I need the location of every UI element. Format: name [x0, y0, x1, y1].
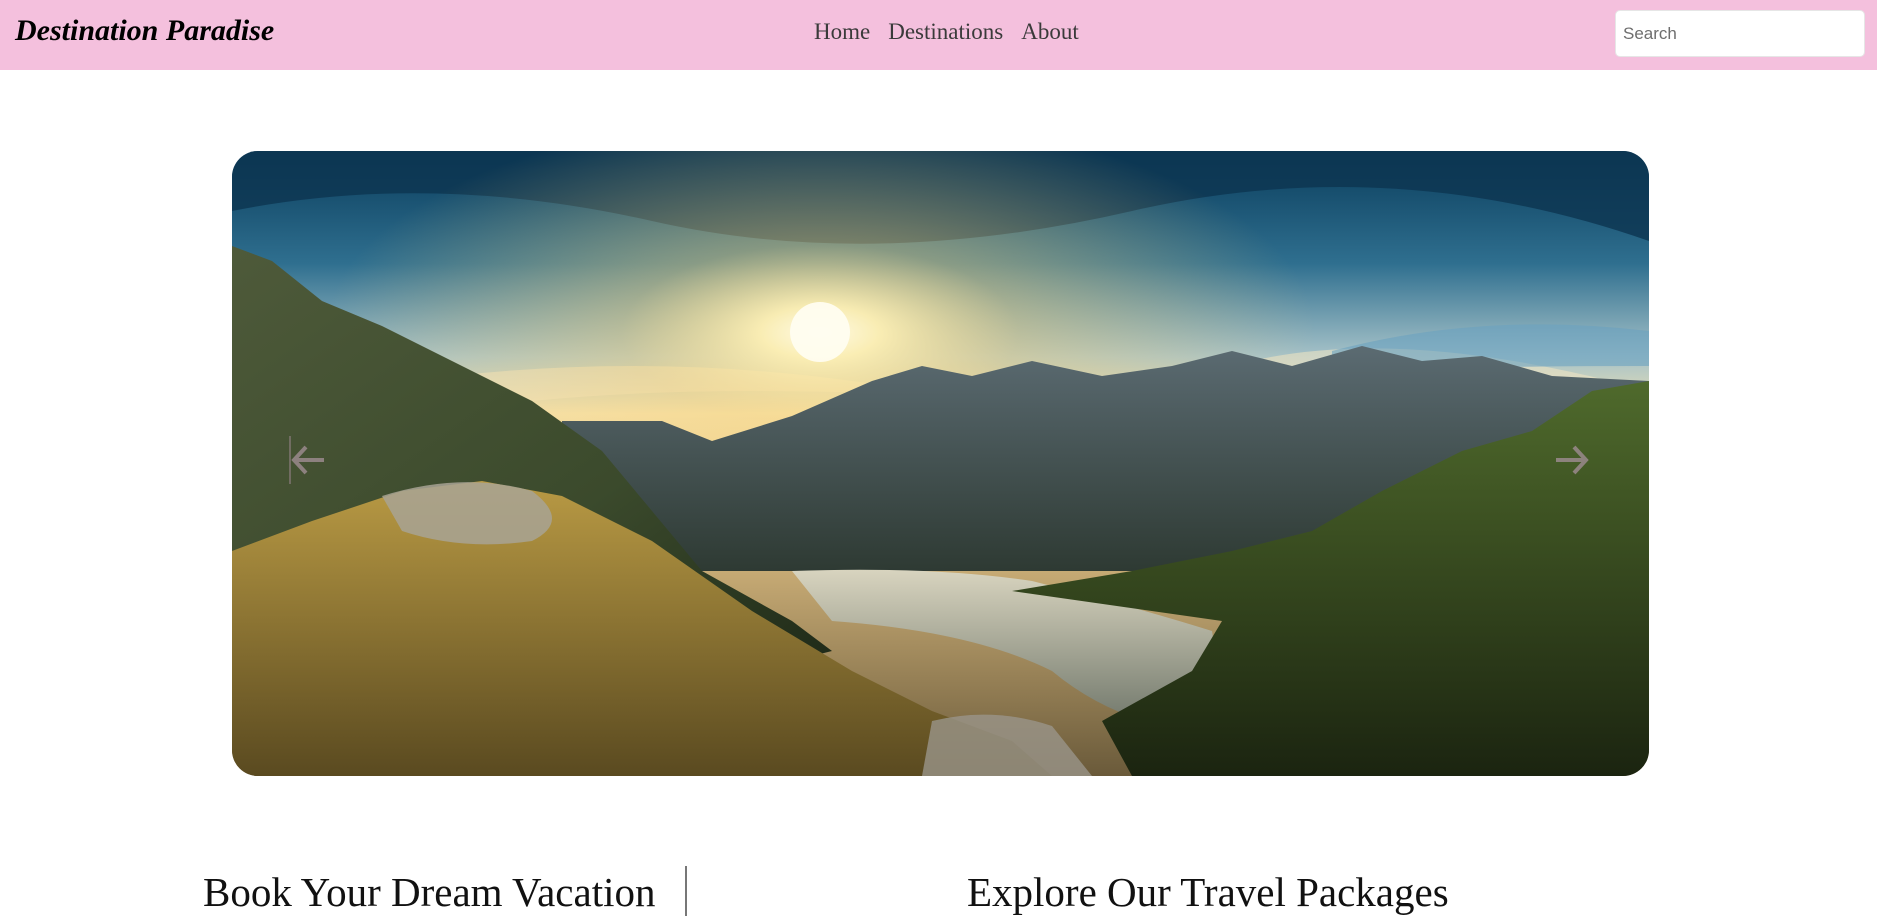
section-divider: [685, 866, 687, 916]
top-navbar: Destination Paradise Home Destinations A…: [0, 0, 1877, 70]
brand-logo[interactable]: Destination Paradise: [15, 14, 274, 48]
search-input[interactable]: [1615, 10, 1865, 57]
nav-about[interactable]: About: [1021, 19, 1079, 45]
travel-packages-heading: Explore Our Travel Packages: [967, 869, 1449, 915]
book-vacation-heading: Book Your Dream Vacation: [203, 869, 656, 915]
main-nav: Home Destinations About: [814, 19, 1079, 45]
arrow-right-icon[interactable]: [1548, 436, 1596, 484]
hero-landscape-image: [232, 151, 1649, 776]
arrow-left-icon[interactable]: [284, 436, 332, 484]
hero-carousel[interactable]: [232, 151, 1649, 776]
intro-section: Book Your Dream Vacation Explore Our Tra…: [0, 860, 1877, 916]
nav-destinations[interactable]: Destinations: [888, 19, 1003, 45]
nav-home[interactable]: Home: [814, 19, 870, 45]
